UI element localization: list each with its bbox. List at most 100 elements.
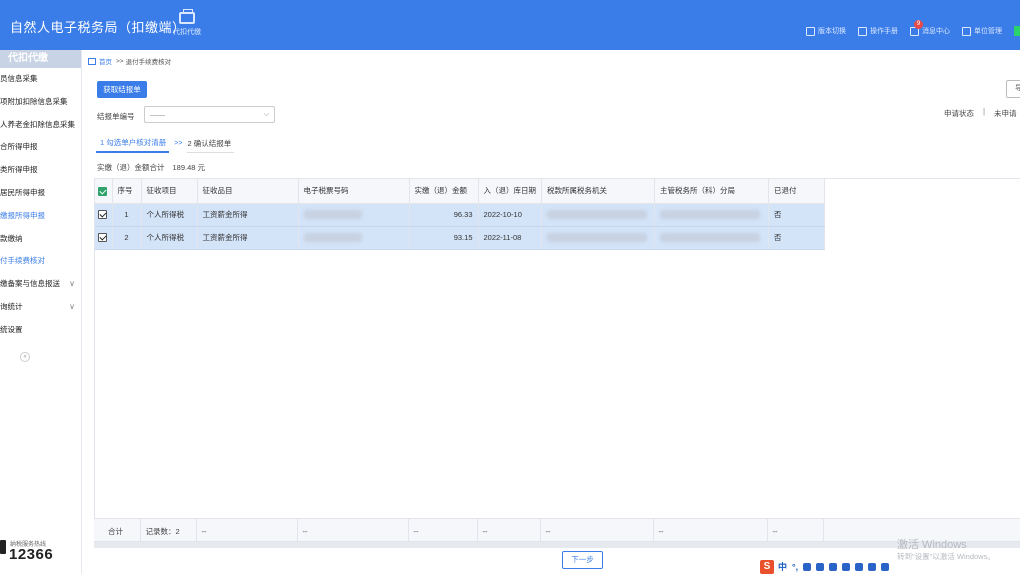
check-list-table: 序号 征收项目 征收品目 电子税票号码 实缴（退）金额 入（退）库日期 税款所属… bbox=[94, 178, 1020, 544]
sidebar-item-label: 类所得申报 bbox=[0, 165, 38, 175]
building-icon bbox=[962, 26, 971, 36]
statement-number-label: 结报单编号 bbox=[97, 112, 135, 121]
redacted-block bbox=[660, 233, 760, 243]
col-header: 税款所属税务机关 bbox=[541, 179, 655, 204]
checkbox-checked-icon bbox=[98, 186, 107, 196]
table-header-row: 序号 征收项目 征收品目 电子税票号码 实缴（退）金额 入（退）库日期 税款所属… bbox=[95, 179, 825, 204]
step-1[interactable]: 1 勾选单户核对清册 bbox=[96, 137, 170, 153]
toolbox-icon[interactable] bbox=[842, 562, 851, 571]
sidebar-item-comprehensive-income[interactable]: 合所得申报 bbox=[0, 136, 81, 159]
footer-dash: -- bbox=[196, 519, 298, 543]
row-item: 个人所得税 bbox=[141, 226, 198, 250]
col-header: 实缴（退）金额 bbox=[409, 179, 479, 204]
row-subitem: 工资薪金所得 bbox=[197, 226, 299, 250]
header-toolbar: 版本切换 操作手册 9 消息中心 单位管理 bbox=[806, 20, 1020, 38]
row-item: 个人所得税 bbox=[141, 203, 198, 227]
breadcrumb-separator: >> bbox=[116, 57, 124, 65]
footer-dash: -- bbox=[477, 519, 541, 543]
chevron-down-icon: ∨ bbox=[69, 301, 75, 311]
keyboard-icon[interactable] bbox=[829, 562, 838, 571]
sidebar-item-personnel-info[interactable]: 员信息采集 bbox=[0, 68, 81, 91]
row-date: 2022-10-10 bbox=[478, 203, 542, 227]
version-switch-label: 版本切换 bbox=[818, 28, 846, 35]
col-header: 已退付 bbox=[768, 179, 825, 204]
ime-punctuation[interactable]: °, bbox=[792, 562, 798, 572]
microphone-icon[interactable] bbox=[816, 562, 825, 571]
ime-logo-icon[interactable]: S bbox=[760, 559, 774, 574]
next-step-button[interactable]: 下一步 bbox=[562, 551, 603, 569]
emoji-icon[interactable] bbox=[803, 562, 812, 571]
table-row[interactable]: 1 个人所得税 工资薪金所得 96.33 2022-10-10 否 bbox=[95, 203, 825, 227]
grid-icon[interactable] bbox=[881, 562, 890, 571]
version-switch-button[interactable]: 版本切换 bbox=[806, 26, 846, 36]
chevron-down-icon: ∨ bbox=[69, 279, 75, 289]
row-amount: 93.15 bbox=[409, 226, 479, 250]
breadcrumb: 首页 >> 退付手续费核对 bbox=[88, 56, 171, 66]
row-checkbox[interactable] bbox=[95, 226, 113, 250]
total-amount: 实缴（退）金额合计 189.48 元 bbox=[97, 162, 205, 173]
exit-icon[interactable] bbox=[1014, 26, 1020, 36]
sidebar-item-label: 居民所得申报 bbox=[0, 187, 45, 197]
total-amount-value: 189.48 元 bbox=[172, 163, 206, 172]
app-title: 自然人电子税务局（扣缴端） bbox=[10, 20, 186, 35]
skin-icon[interactable] bbox=[868, 562, 877, 571]
table-row[interactable]: 2 个人所得税 工资薪金所得 93.15 2022-11-08 否 bbox=[95, 226, 825, 250]
sidebar-item-system-settings[interactable]: 统设置 bbox=[0, 319, 81, 342]
select-all-checkbox[interactable] bbox=[95, 179, 113, 204]
collapse-sidebar-icon[interactable]: « bbox=[20, 352, 30, 362]
col-header: 主管税务所（科）分局 bbox=[654, 179, 769, 204]
sidebar-item-label: 人养老金扣除信息采集 bbox=[0, 119, 75, 129]
row-ticket-number bbox=[298, 203, 410, 227]
footer-dash: -- bbox=[540, 519, 654, 543]
row-checkbox[interactable] bbox=[95, 203, 113, 227]
chevron-down-icon: ⌵ bbox=[263, 111, 269, 118]
breadcrumb-home[interactable]: 首页 bbox=[99, 56, 112, 66]
row-ticket-number bbox=[298, 226, 410, 250]
horizontal-scrollbar[interactable] bbox=[94, 542, 1020, 548]
row-paid: 否 bbox=[768, 203, 825, 227]
sidebar-item-label: 缴备案与信息报送 bbox=[0, 279, 60, 289]
manual-icon bbox=[858, 26, 867, 36]
footer-count: 记录数：2 bbox=[140, 519, 197, 543]
ime-mode[interactable]: 中 bbox=[778, 560, 787, 573]
sidebar-item-refund-fee-check[interactable]: 付手续费核对 bbox=[0, 250, 81, 273]
sidebar: 代扣代缴 员信息采集 项附加扣除信息采集 人养老金扣除信息采集 合所得申报 类所… bbox=[0, 50, 82, 574]
top-header: 自然人电子税务局（扣缴端） 代扣代缴 版本切换 操作手册 9 消息中心 单位管理 bbox=[0, 0, 1020, 50]
sidebar-item-label: 缴报所得申报 bbox=[0, 210, 45, 220]
row-index: 2 bbox=[112, 226, 142, 250]
col-header: 征收品目 bbox=[197, 179, 299, 204]
sidebar-item-pension-deduction[interactable]: 人养老金扣除信息采集 bbox=[0, 114, 81, 137]
user-icon[interactable] bbox=[855, 562, 864, 571]
switch-icon bbox=[806, 26, 815, 36]
home-icon bbox=[88, 57, 96, 65]
checkbox-checked-icon bbox=[98, 210, 107, 220]
activation-watermark-title: 激活 Windows bbox=[897, 539, 967, 551]
sidebar-item-limited-partner[interactable]: 缴报所得申报 bbox=[0, 205, 81, 228]
manual-button[interactable]: 操作手册 bbox=[858, 26, 898, 36]
data-table: 序号 征收项目 征收品目 电子税票号码 实缴（退）金额 入（退）库日期 税款所属… bbox=[95, 179, 825, 250]
redacted-block bbox=[547, 210, 647, 220]
statement-number-select[interactable]: —— ⌵ bbox=[144, 106, 275, 123]
sidebar-item-special-deduction[interactable]: 项附加扣除信息采集 bbox=[0, 91, 81, 114]
checkbox-checked-icon bbox=[98, 233, 107, 243]
redacted-block bbox=[303, 210, 362, 220]
step-separator: >> bbox=[174, 140, 183, 147]
fetch-statement-button[interactable]: 获取结报单 bbox=[97, 81, 147, 98]
footer-dash: -- bbox=[408, 519, 478, 543]
unit-management-button[interactable]: 单位管理 bbox=[962, 26, 1002, 36]
footer-row: 合计 记录数：2 -- -- -- -- -- -- -- bbox=[94, 519, 824, 543]
manual-label: 操作手册 bbox=[870, 28, 898, 35]
sidebar-item-label: 询统计 bbox=[0, 301, 23, 311]
step-2[interactable]: 2 确认结报单 bbox=[187, 138, 235, 153]
row-amount: 96.33 bbox=[409, 203, 479, 227]
sidebar-item-categorized-income[interactable]: 类所得申报 bbox=[0, 159, 81, 182]
export-button[interactable]: 导 bbox=[1006, 80, 1020, 98]
sidebar-item-label: 款缴纳 bbox=[0, 233, 23, 243]
sidebar-item-nonresident-income[interactable]: 居民所得申报 bbox=[0, 182, 81, 205]
message-badge: 9 bbox=[914, 20, 923, 29]
message-center-button[interactable]: 9 消息中心 bbox=[910, 20, 950, 36]
sidebar-item-tax-payment[interactable]: 款缴纳 bbox=[0, 228, 81, 251]
module-tab-withholding[interactable]: 代扣代缴 bbox=[168, 9, 206, 37]
sidebar-item-query-stats[interactable]: 询统计 ∨ bbox=[0, 296, 81, 319]
sidebar-item-filing-reporting[interactable]: 缴备案与信息报送 ∨ bbox=[0, 273, 81, 296]
